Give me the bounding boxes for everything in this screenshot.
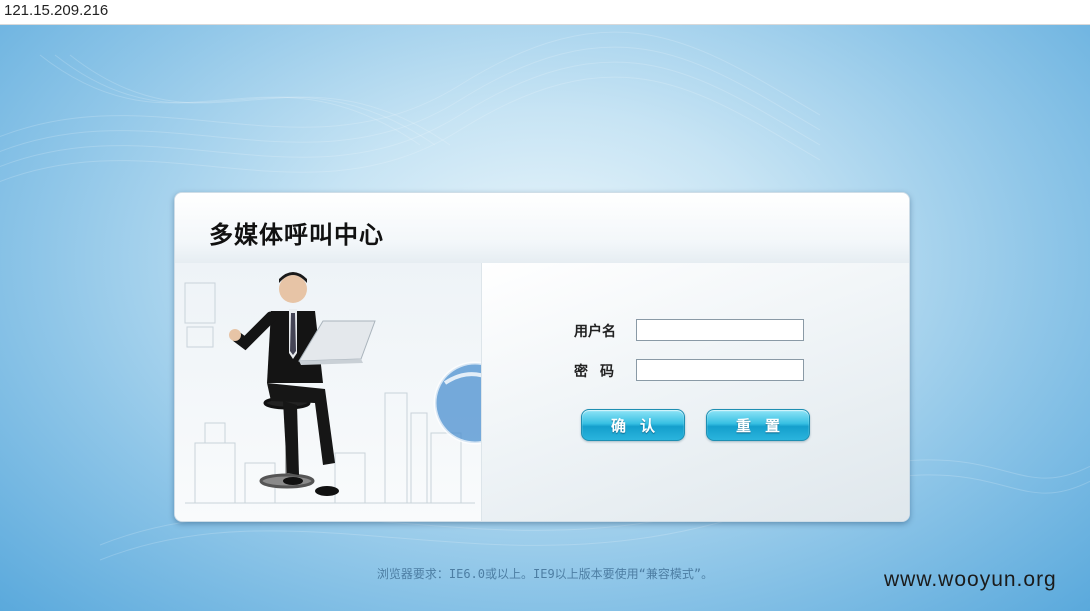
login-card: 多媒体呼叫中心 用户名 密码 确认 重置 [174,192,910,522]
password-label: 密码 [574,364,626,380]
address-bar[interactable]: 121.15.209.216 [0,0,1090,25]
city-sketch [184,282,475,504]
page-background: 多媒体呼叫中心 用户名 密码 确认 重置 浏览器要求：IE6.0或以上。IE9以… [0,25,1090,611]
username-label: 用户名 [574,324,616,340]
confirm-button[interactable]: 确认 [581,409,685,441]
businessman [229,272,376,496]
address-text[interactable]: 121.15.209.216 [4,2,108,19]
username-input[interactable] [636,319,804,341]
businessman-illustration [175,263,517,521]
reset-button[interactable]: 重置 [706,409,810,441]
illustration-art [184,272,517,504]
card-header: 多媒体呼叫中心 [175,193,909,264]
watermark: www.wooyun.org [884,568,1057,591]
password-input[interactable] [636,359,804,381]
system-title: 多媒体呼叫中心 [209,220,384,249]
login-form: 用户名 密码 确认 重置 [481,263,909,521]
globe-icon [433,361,517,445]
